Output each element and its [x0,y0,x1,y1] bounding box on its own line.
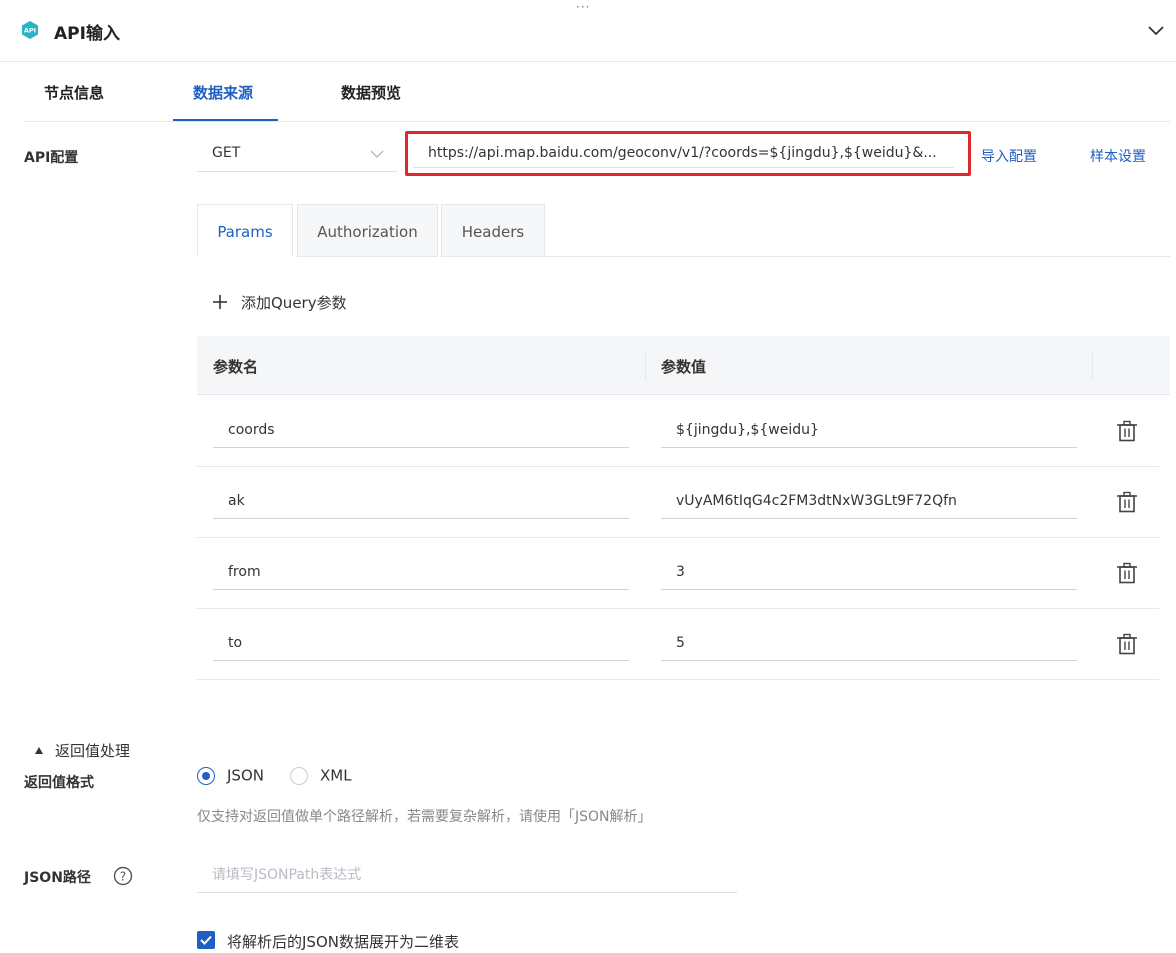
column-divider [645,350,646,380]
radio-xml-label: XML [320,766,352,785]
trash-icon[interactable] [1116,633,1138,655]
drag-handle[interactable]: ··· [576,0,590,14]
tab-data-preview[interactable]: 数据预览 [341,82,401,103]
method-value: GET [212,145,241,161]
subtabs-divider [545,256,1170,257]
tab-authorization[interactable]: Authorization [297,204,438,257]
tab-node-info[interactable]: 节点信息 [44,82,104,103]
column-header-value: 参数值 [661,358,707,376]
param-name-input[interactable] [213,412,629,448]
svg-text:?: ? [120,870,126,884]
api-config-label: API配置 [24,150,79,166]
expand-table-label: 将解析后的JSON数据展开为二维表 [227,933,459,951]
param-value-input[interactable] [661,412,1077,448]
param-name-input[interactable] [213,554,629,590]
svg-text:API: API [24,27,36,35]
help-icon[interactable]: ? [113,866,133,886]
radio-circle [290,766,308,785]
tab-data-source[interactable]: 数据来源 [193,82,253,103]
tab-params[interactable]: Params [197,204,293,257]
table-row [197,609,1159,680]
param-name-input[interactable] [213,625,629,661]
trash-icon[interactable] [1116,491,1138,513]
check-icon [200,935,212,945]
url-highlight-box [405,131,971,176]
api-badge-icon: API [22,21,38,39]
radio-xml[interactable]: XML [290,766,352,785]
radio-json-label: JSON [227,766,264,785]
sample-settings-link[interactable]: 样本设置 [1090,146,1146,166]
param-name-input[interactable] [213,483,629,519]
url-input[interactable] [413,138,954,168]
parse-hint-text: 仅支持对返回值做单个路径解析，若需要复杂解析，请使用「JSON解析」 [197,809,652,825]
trash-icon[interactable] [1116,420,1138,442]
method-select[interactable]: GET [197,136,397,172]
caret-up-icon [35,747,43,754]
add-query-param-button[interactable]: 添加Query参数 [213,292,347,313]
param-value-input[interactable] [661,554,1077,590]
chevron-down-icon [370,150,384,158]
return-value-toggle-label: 返回值处理 [55,742,131,760]
header-divider [0,61,1176,62]
param-value-input[interactable] [661,483,1077,519]
return-value-toggle[interactable]: 返回值处理 [35,740,130,761]
tab-headers[interactable]: Headers [441,204,545,257]
params-table-header: 参数名 参数值 [197,336,1170,395]
table-row [197,396,1159,467]
table-row [197,538,1159,609]
tabs-divider [24,121,1170,122]
expand-table-checkbox[interactable] [197,931,215,949]
chevron-down-icon[interactable] [1146,20,1166,40]
page-title: API输入 [54,24,120,44]
column-divider [1092,350,1093,380]
json-path-label: JSON路径 [24,870,91,886]
json-path-input[interactable] [197,858,737,893]
radio-circle [197,766,215,785]
trash-icon[interactable] [1116,562,1138,584]
import-config-link[interactable]: 导入配置 [981,146,1037,166]
table-row [197,467,1159,538]
plus-icon [213,295,227,309]
radio-json[interactable]: JSON [197,766,264,785]
column-header-name: 参数名 [213,358,259,376]
param-value-input[interactable] [661,625,1077,661]
return-format-label: 返回值格式 [24,775,94,791]
add-query-param-label: 添加Query参数 [241,294,347,312]
